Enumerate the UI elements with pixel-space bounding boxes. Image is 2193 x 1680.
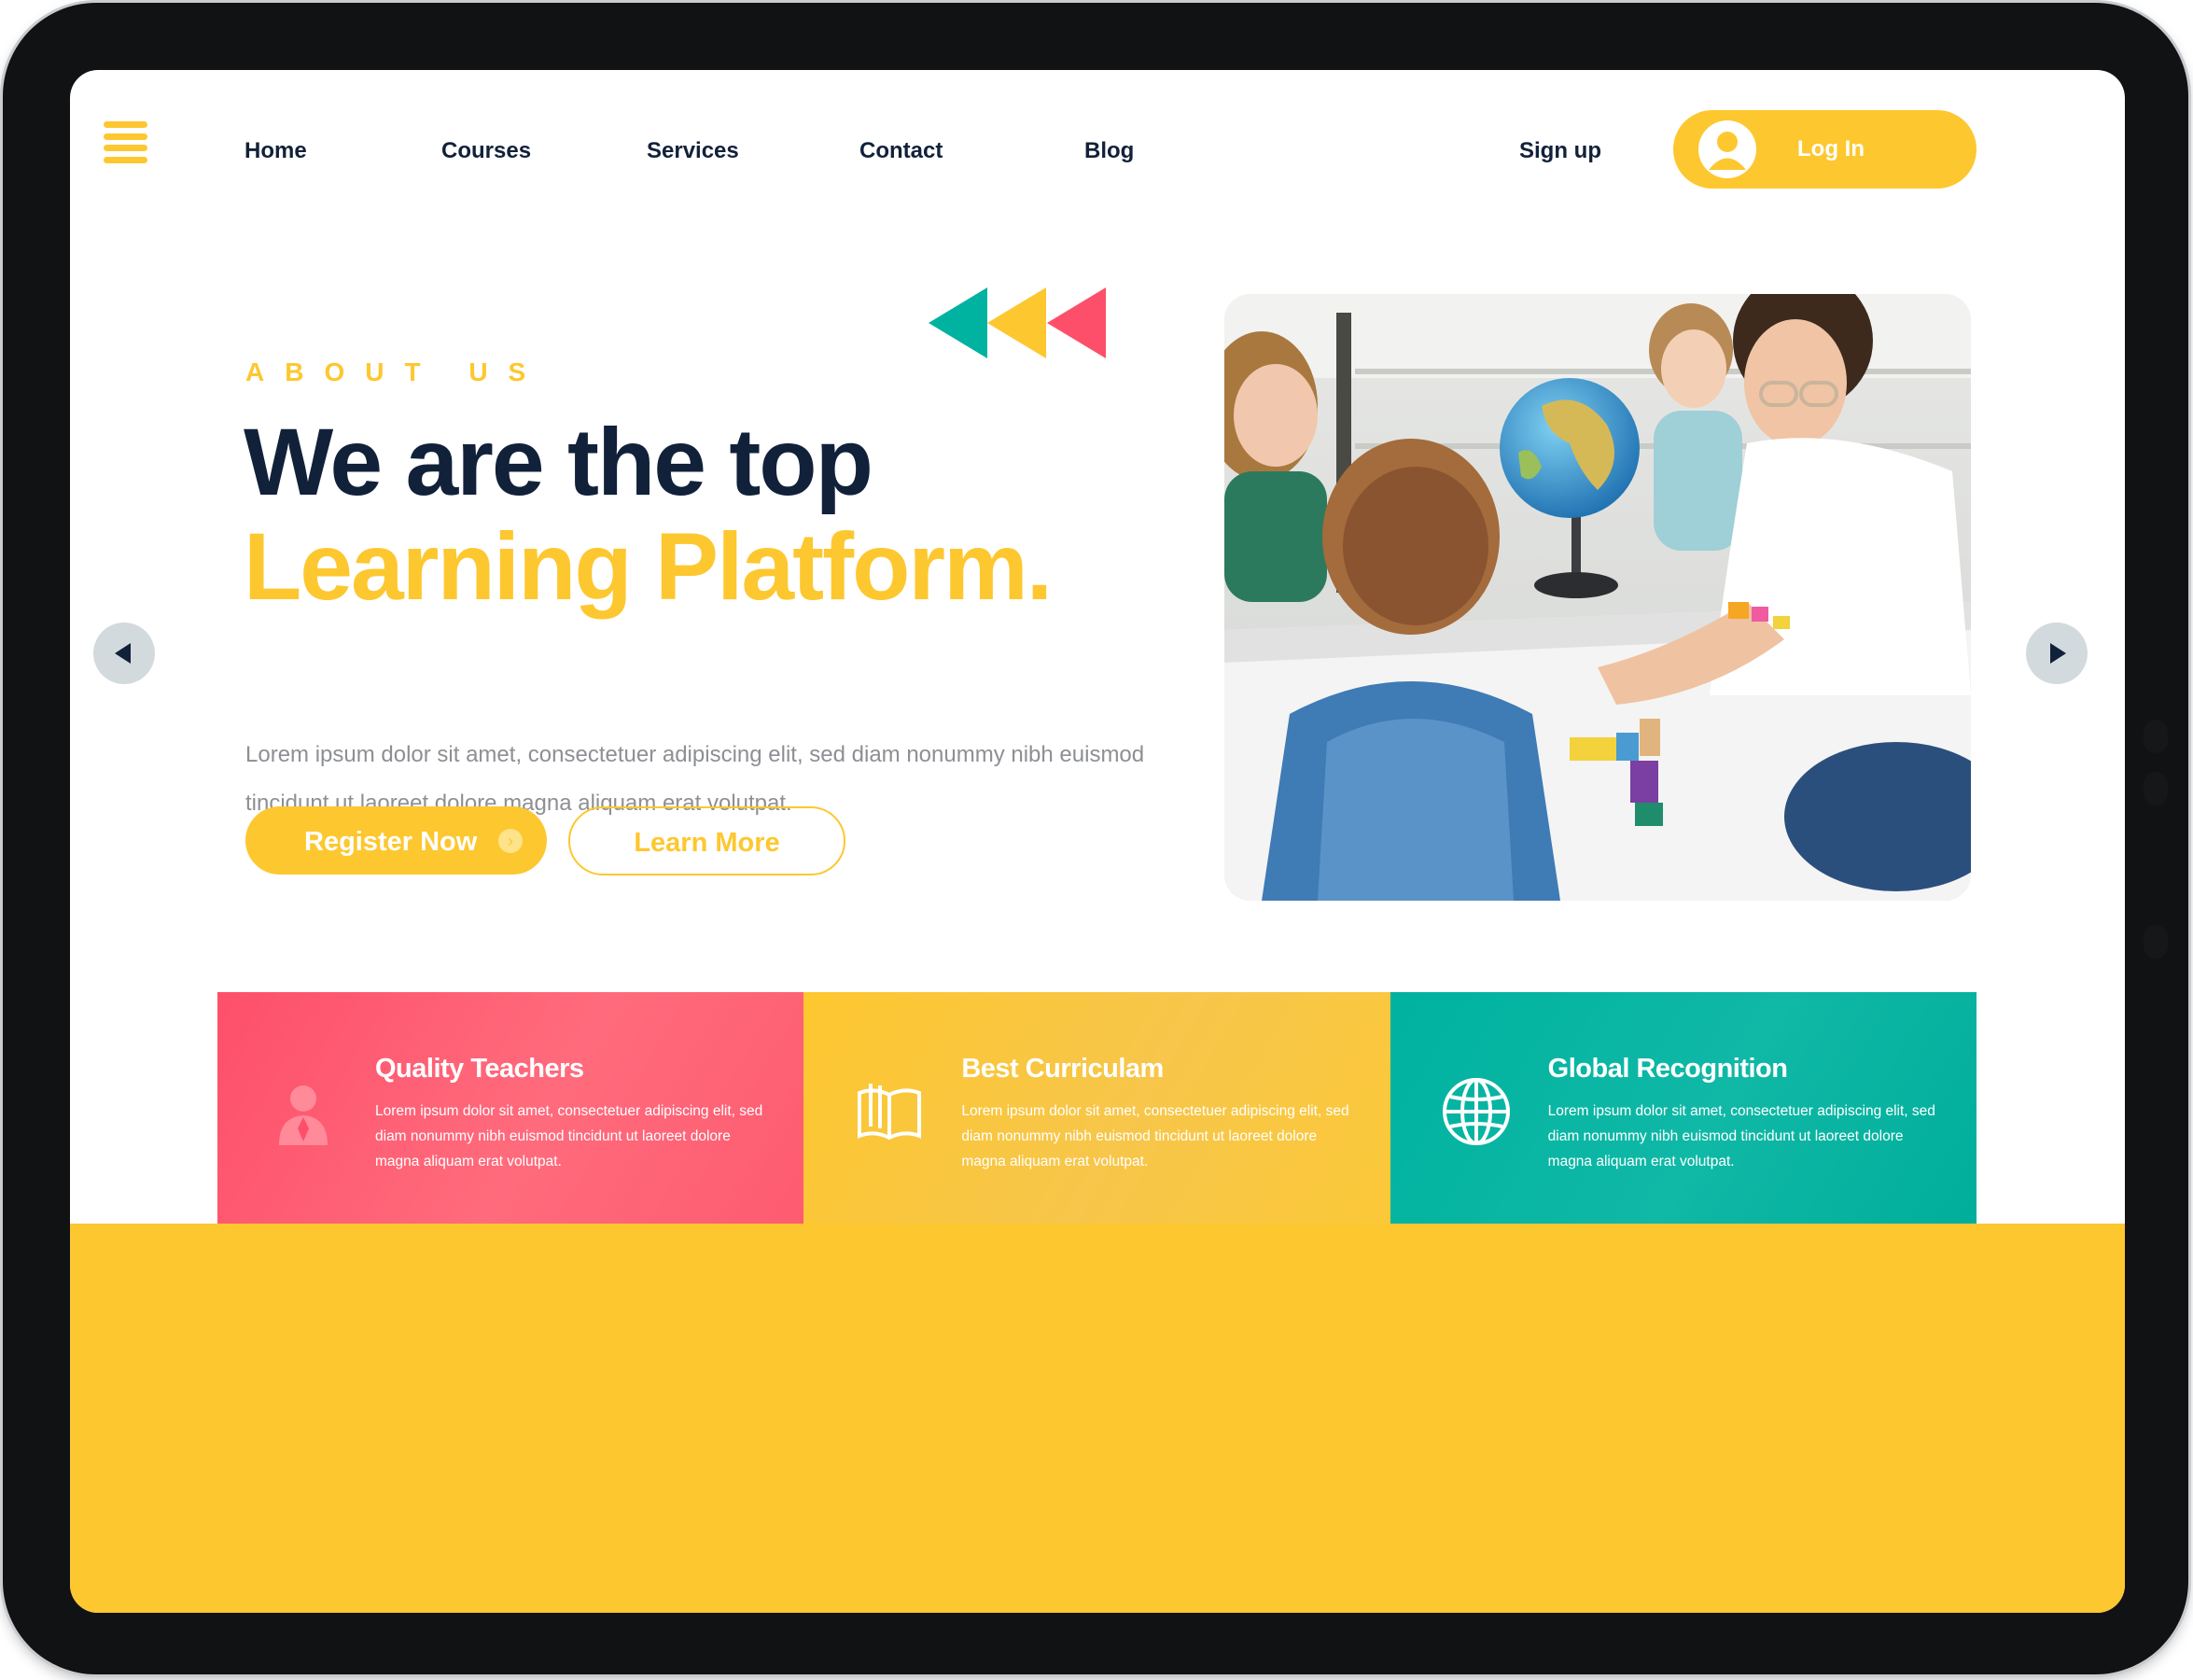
nav-link-courses[interactable]: Courses [441,138,531,164]
features-row: Quality Teachers Lorem ipsum dolor sit a… [217,992,1976,1224]
menu-icon[interactable] [104,121,147,163]
web-page: Home Courses Services Contact Blog Sign … [70,70,2125,1613]
login-button[interactable]: Log In [1673,110,1976,189]
side-button [2144,925,2168,959]
hero-title-line2: Learning Platform. [244,513,1053,620]
next-slide-button[interactable] [2026,623,2088,684]
footer-band [70,1224,2125,1613]
feature-title: Quality Teachers [375,1054,584,1084]
feature-card[interactable]: Best Curriculam Lorem ipsum dolor sit am… [803,992,1390,1224]
side-button [2144,772,2168,805]
hero-title: We are the top Learning Platform. [244,409,1053,620]
nav-link-contact[interactable]: Contact [859,138,943,164]
hero-title-line1: We are the top [244,409,873,515]
feature-title: Best Curriculam [961,1054,1164,1084]
section-eyebrow: ABOUT US [245,357,547,386]
learn-more-button[interactable]: Learn More [568,806,845,875]
nav-link-services[interactable]: Services [647,138,739,164]
feature-card[interactable]: Global Recognition Lorem ipsum dolor sit… [1390,992,1976,1224]
feature-text: Lorem ipsum dolor sit amet, consectetuer… [1547,1103,1935,1169]
register-now-button[interactable]: Register Now › [245,806,547,875]
nav-link-home[interactable]: Home [244,138,307,164]
triangles-decoration [929,287,1106,358]
feature-card[interactable]: Quality Teachers Lorem ipsum dolor sit a… [217,992,804,1224]
arrow-left-icon [115,643,131,664]
teacher-icon [279,1085,328,1145]
hero-photo [1224,294,1971,901]
register-now-label: Register Now [304,827,478,857]
signup-link[interactable]: Sign up [1519,138,1601,164]
feature-text: Lorem ipsum dolor sit amet, consectetuer… [961,1103,1349,1169]
globe-icon [1442,1078,1510,1145]
book-icon [858,1084,922,1141]
tablet-frame: Home Courses Services Contact Blog Sign … [3,3,2188,1674]
user-icon [1698,120,1756,178]
login-label: Log In [1797,136,1865,161]
feature-text: Lorem ipsum dolor sit amet, consectetuer… [375,1103,763,1169]
arrow-right-icon: › [498,829,523,853]
arrow-right-icon [2050,643,2066,664]
prev-slide-button[interactable] [93,623,155,684]
nav-link-blog[interactable]: Blog [1084,138,1134,164]
learn-more-label: Learn More [634,828,780,858]
side-button [2144,720,2168,753]
feature-title: Global Recognition [1547,1054,1788,1084]
